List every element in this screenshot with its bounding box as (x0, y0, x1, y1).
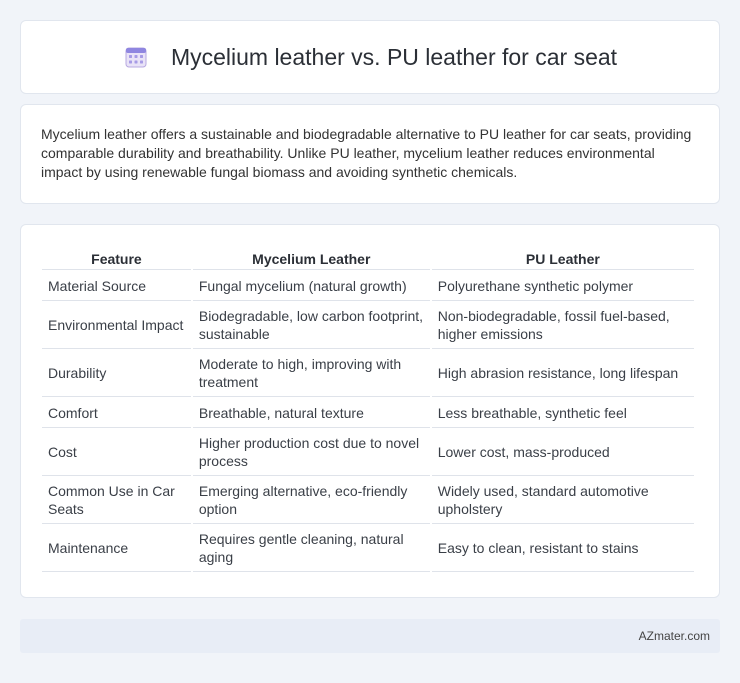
footer-brand: AZmater.com (638, 629, 710, 643)
table-row: Cost Higher production cost due to novel… (42, 428, 694, 476)
table-row: Durability Moderate to high, improving w… (42, 349, 694, 397)
row-feature-cell: Durability (42, 349, 191, 397)
table-row: Common Use in Car Seats Emerging alterna… (42, 476, 694, 524)
comparison-card: Feature Mycelium Leather PU Leather Mate… (20, 224, 720, 598)
footer-bar: AZmater.com (20, 619, 720, 653)
row-feature-cell: Comfort (42, 397, 191, 428)
title-card: Mycelium leather vs. PU leather for car … (20, 20, 720, 94)
summary-text: Mycelium leather offers a sustainable an… (41, 126, 692, 180)
row-feature-cell: Maintenance (42, 524, 191, 572)
table-row: Environmental Impact Biodegradable, low … (42, 301, 694, 349)
row-feature-cell: Material Source (42, 270, 191, 301)
row-pu-cell: Polyurethane synthetic polymer (431, 270, 694, 301)
row-feature-cell: Common Use in Car Seats (42, 476, 191, 524)
row-pu-cell: Non-biodegradable, fossil fuel-based, hi… (431, 301, 694, 349)
row-mycelium-cell: Higher production cost due to novel proc… (192, 428, 430, 476)
row-mycelium-cell: Breathable, natural texture (192, 397, 430, 428)
header-mycelium: Mycelium Leather (192, 247, 430, 270)
row-pu-cell: Less breathable, synthetic feel (431, 397, 694, 428)
table-row: Comfort Breathable, natural texture Less… (42, 397, 694, 428)
row-mycelium-cell: Biodegradable, low carbon footprint, sus… (192, 301, 430, 349)
header-pu: PU Leather (431, 247, 694, 270)
header-feature: Feature (42, 247, 191, 270)
row-feature-cell: Cost (42, 428, 191, 476)
table-row: Maintenance Requires gentle cleaning, na… (42, 524, 694, 572)
row-pu-cell: Lower cost, mass-produced (431, 428, 694, 476)
comparison-table: Feature Mycelium Leather PU Leather Mate… (40, 247, 696, 572)
row-mycelium-cell: Requires gentle cleaning, natural aging (192, 524, 430, 572)
calendar-icon (125, 47, 147, 68)
table-row: Material Source Fungal mycelium (natural… (42, 270, 694, 301)
row-pu-cell: Widely used, standard automotive upholst… (431, 476, 694, 524)
page-title: Mycelium leather vs. PU leather for car … (170, 43, 618, 70)
summary-card: Mycelium leather offers a sustainable an… (20, 104, 720, 204)
row-mycelium-cell: Fungal mycelium (natural growth) (192, 270, 430, 301)
row-feature-cell: Environmental Impact (42, 301, 191, 349)
row-pu-cell: Easy to clean, resistant to stains (431, 524, 694, 572)
row-pu-cell: High abrasion resistance, long lifespan (431, 349, 694, 397)
row-mycelium-cell: Moderate to high, improving with treatme… (192, 349, 430, 397)
row-mycelium-cell: Emerging alternative, eco-friendly optio… (192, 476, 430, 524)
table-header-row: Feature Mycelium Leather PU Leather (42, 247, 694, 270)
